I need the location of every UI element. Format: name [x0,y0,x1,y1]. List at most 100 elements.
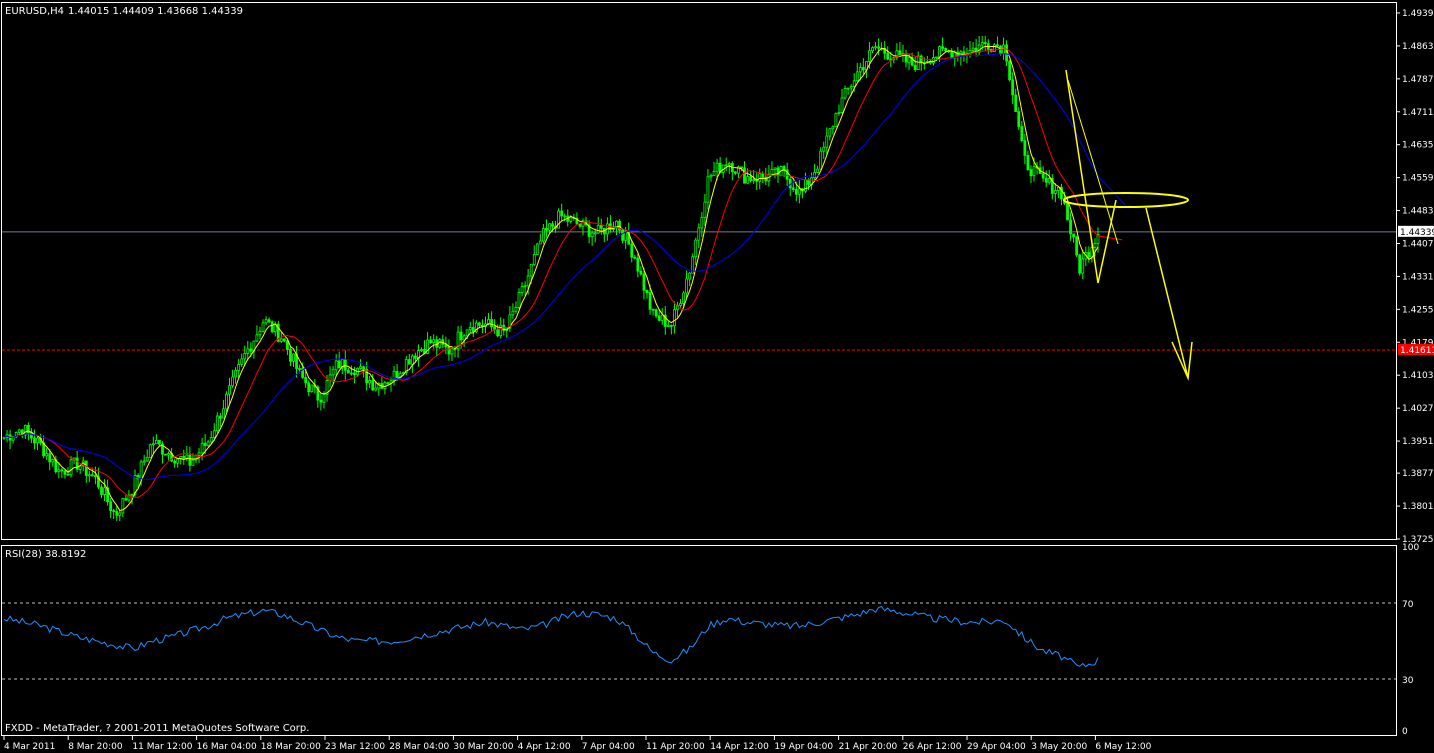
candle-body [87,474,91,477]
candle-body [615,220,618,228]
candle-body [669,324,673,327]
candle-body [103,487,106,495]
candle-body [45,453,49,457]
candle-body [429,339,433,344]
time-tick-label: 4 Mar 2011 [4,742,55,752]
candle-body [255,334,259,342]
candle-body [740,166,743,169]
candle-body [121,498,125,514]
candle-body [938,46,941,58]
candle-body [913,64,917,70]
moving-average-line [3,45,1099,511]
candle-body [822,146,826,152]
price-tick-label: 1.38770 [1402,469,1434,479]
price-tick-label: 1.47870 [1402,75,1434,85]
candle-body [319,399,323,403]
candle-body [264,319,268,324]
price-tick-label: 1.48630 [1402,42,1434,52]
candle-body [621,229,625,241]
candle-body [743,167,746,184]
candle-body [69,459,73,476]
candle-body [773,167,777,170]
rsi-polyline [3,606,1099,668]
candle-body [837,111,841,114]
candle-body [359,366,362,369]
candle-body [861,67,865,71]
projection-arrow-line [1145,207,1189,379]
candle-body [176,458,180,464]
time-tick-label: 4 Apr 12:00 [518,742,571,752]
candle-body [831,126,835,130]
candle-body [673,309,676,327]
candle-body [593,232,597,235]
time-tick-label: 19 Apr 04:00 [774,742,833,752]
candle-body [209,437,213,443]
candle-body [877,46,880,49]
candle-body [511,310,515,316]
candle-body [142,460,146,463]
candle-body [813,172,816,179]
candle-body [115,511,119,516]
candle-body [855,71,859,82]
candle-body [1029,169,1033,177]
candle-body [48,453,52,463]
candle-body [563,215,567,218]
trendline-drawings[interactable] [1063,69,1193,381]
rsi-panel[interactable] [1,545,1397,736]
candle-body [551,223,554,227]
candle-body [173,460,177,464]
time-tick-label: 7 Apr 04:00 [582,742,635,752]
candle-body [243,353,247,360]
candle-body [776,167,780,177]
candle-body [700,217,704,229]
candle-body [112,510,116,513]
candle-body [746,176,749,184]
candle-body [124,498,128,501]
time-tick-label: 30 Mar 20:00 [453,742,513,752]
candle-body [1014,94,1018,113]
candle-body [761,173,765,178]
trend-line [1067,79,1119,245]
candle-body [36,437,39,444]
candle-body [685,278,689,294]
candle-body [733,171,737,174]
candle-body [218,415,222,419]
candle-body [212,430,216,438]
candle-body [532,254,536,265]
candle-body [1023,140,1027,156]
candle-body [712,170,716,177]
price-tick-label: 1.47110 [1402,108,1434,118]
candle-body [727,163,731,166]
candle-body [694,239,698,258]
candle-body [1053,190,1057,194]
candle-body [535,243,539,255]
candle-body [1087,252,1091,258]
price-tick-label: 1.46350 [1402,141,1434,151]
candle-body [240,358,244,365]
metatrader-chart[interactable]: 1.49390 1.48630 1.47870 1.47110 1.46350 1.455… [0,0,1434,753]
moving-average-line [3,48,1123,498]
candle-body [749,176,753,181]
candle-body [246,348,250,354]
time-tick-label: 8 Mar 20:00 [68,742,123,752]
candle-body [63,470,67,475]
candle-body [1041,173,1045,179]
candle-body [703,201,707,218]
candle-body [846,87,850,90]
candle-body [590,232,594,237]
time-tick-label: 14 Apr 12:00 [710,742,769,752]
candle-body [825,135,829,148]
candle-body [654,309,658,317]
candle-body [459,331,463,341]
candle-body [849,86,853,89]
candle-body [1020,126,1024,142]
marked-level-label: 1.41611 [1398,344,1434,356]
candle-body [941,46,944,49]
candle-body [395,370,399,379]
candle-body [286,340,289,350]
candle-body [660,314,664,321]
projection-arrow-head [1171,341,1193,381]
candle-body [66,473,70,476]
rsi-tick-label: 100 [1402,543,1419,553]
candle-body [447,346,451,355]
